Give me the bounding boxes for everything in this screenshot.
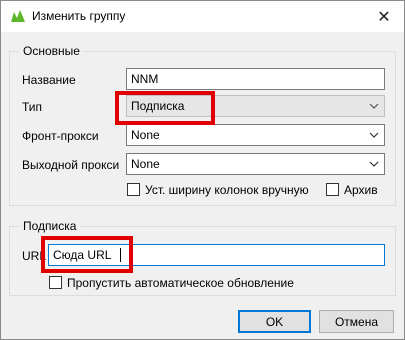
front-proxy-label: Фронт-прокси: [22, 129, 99, 143]
chevron-down-icon: [369, 103, 379, 109]
archive-label[interactable]: Архив: [344, 183, 378, 197]
exit-proxy-label: Выходной прокси: [22, 158, 120, 172]
close-button[interactable]: ✕: [364, 1, 404, 32]
close-icon: ✕: [377, 8, 391, 26]
chevron-down-icon: [369, 161, 379, 167]
archive-checkbox[interactable]: [326, 183, 339, 196]
exit-proxy-value: None: [131, 157, 160, 171]
name-field[interactable]: NNM: [126, 68, 385, 90]
exit-proxy-select[interactable]: None: [126, 153, 385, 175]
chevron-down-icon: [369, 132, 379, 138]
ok-button[interactable]: OK: [238, 310, 311, 333]
subscription-group-title: Подписка: [19, 219, 81, 233]
edit-group-dialog: Изменить группу ✕ Основные Название NNM …: [0, 0, 405, 340]
leaf-icon: [11, 10, 25, 22]
skip-update-checkbox[interactable]: [49, 276, 62, 289]
front-proxy-value: None: [131, 128, 160, 142]
front-proxy-select[interactable]: None: [126, 124, 385, 146]
window-title: Изменить группу: [32, 9, 126, 23]
skip-update-label[interactable]: Пропустить автоматическое обновление: [67, 276, 294, 290]
name-label: Название: [22, 73, 76, 87]
manual-width-checkbox[interactable]: [127, 183, 140, 196]
main-group-title: Основные: [19, 44, 84, 58]
cancel-button[interactable]: Отмена: [319, 310, 394, 333]
type-label: Тип: [22, 100, 43, 114]
type-highlight-box: [115, 91, 215, 125]
title-bar: Изменить группу ✕: [1, 1, 404, 32]
manual-width-label[interactable]: Уст. ширину колонок вручную: [145, 183, 309, 197]
url-highlight-box: [41, 236, 133, 273]
